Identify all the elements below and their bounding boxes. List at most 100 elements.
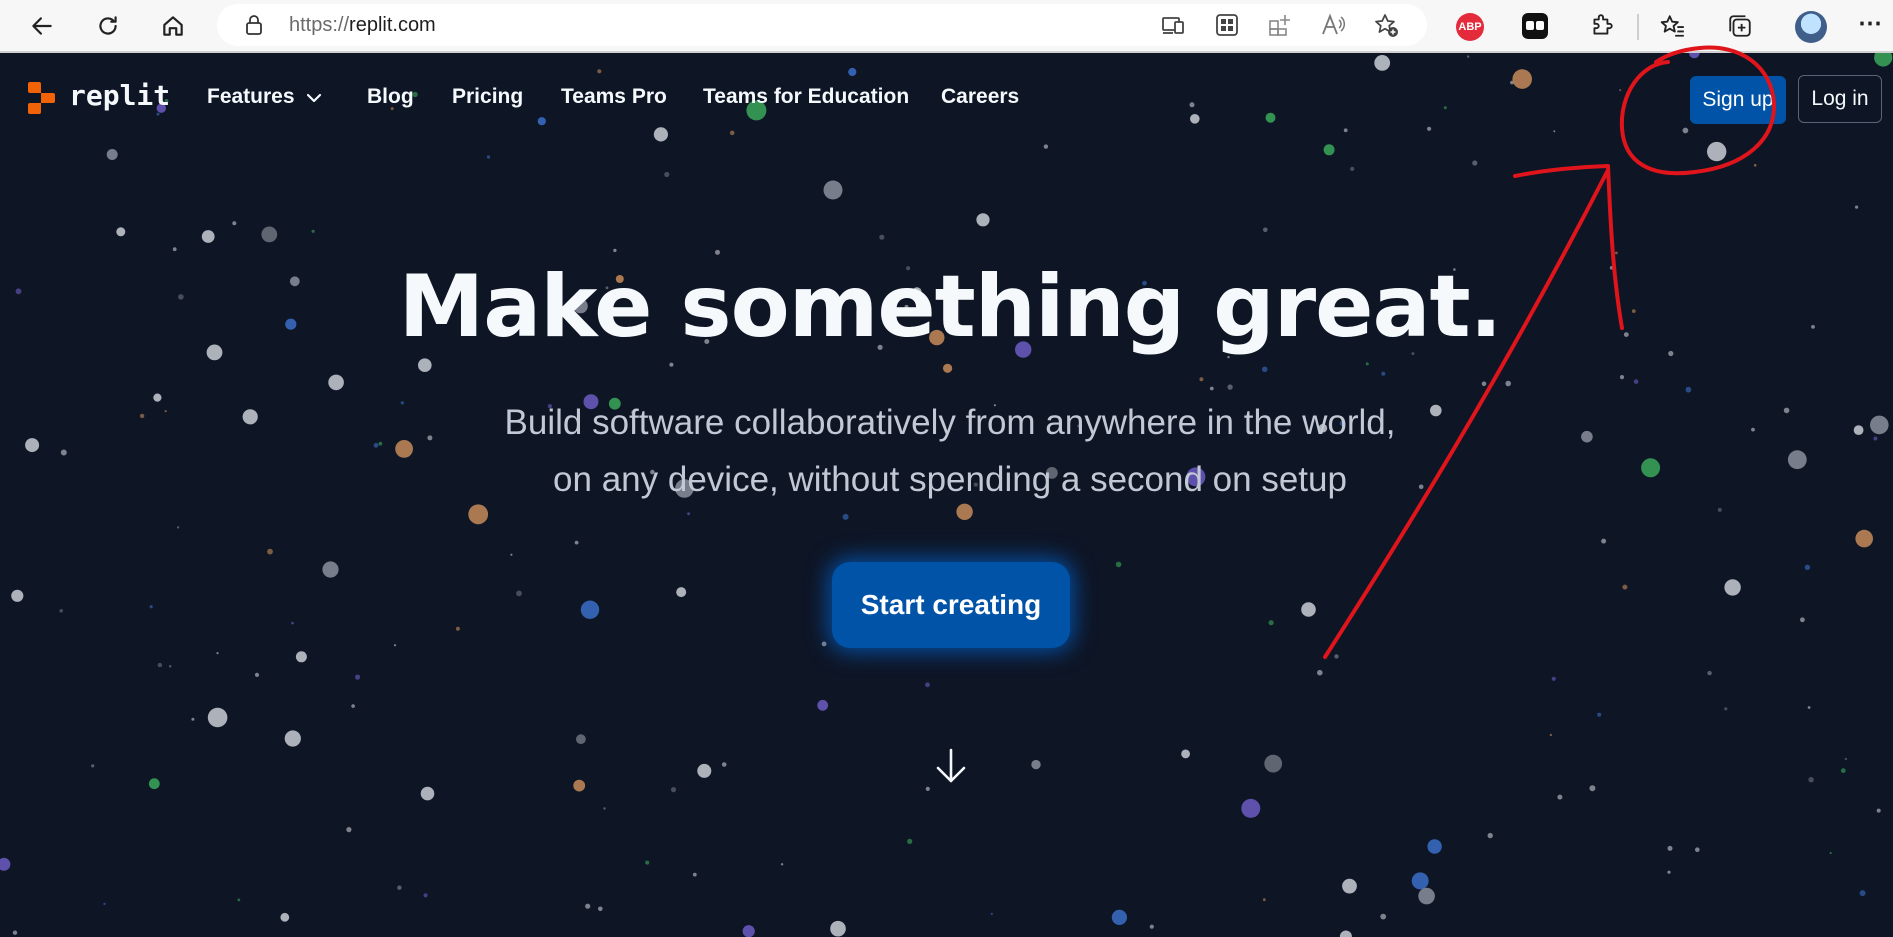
nav-features[interactable]: Features bbox=[207, 85, 295, 109]
particle-dot bbox=[613, 248, 617, 253]
address-bar[interactable]: https://replit.com bbox=[217, 4, 1427, 46]
particle-dot bbox=[455, 626, 460, 631]
particle-dot bbox=[1808, 777, 1814, 783]
particle-dot bbox=[420, 786, 435, 801]
particle-dot bbox=[842, 513, 849, 520]
signup-button[interactable]: Sign up bbox=[1690, 76, 1786, 124]
particle-dot bbox=[232, 221, 237, 226]
particle-dot bbox=[1115, 561, 1122, 568]
particle-dot bbox=[692, 872, 697, 877]
add-favorite-icon[interactable] bbox=[1373, 12, 1399, 38]
hero-subtitle-line1: Build software collaboratively from anyw… bbox=[504, 403, 1396, 442]
hero-title: Make something great. bbox=[398, 257, 1503, 357]
particle-dot bbox=[103, 902, 106, 906]
particle-dot bbox=[645, 860, 650, 865]
browser-toolbar: https://replit.com ABP ⋯ bbox=[0, 0, 1893, 53]
particle-dot bbox=[423, 893, 428, 898]
site-nav: replit Features Blog Pricing Teams Pro T… bbox=[0, 53, 1893, 145]
particle-dot bbox=[201, 230, 215, 243]
particle-dot bbox=[576, 734, 586, 745]
collections-icon[interactable] bbox=[1723, 9, 1757, 43]
particle-dot bbox=[11, 589, 24, 602]
back-icon[interactable] bbox=[25, 9, 59, 43]
particle-dot bbox=[393, 644, 397, 647]
read-aloud-icon[interactable] bbox=[1320, 12, 1346, 38]
more-icon[interactable]: ⋯ bbox=[1858, 12, 1883, 36]
nav-pricing[interactable]: Pricing bbox=[452, 85, 523, 109]
favorites-icon[interactable] bbox=[1656, 9, 1690, 43]
toolbar-divider bbox=[1637, 14, 1639, 40]
particle-dot bbox=[943, 363, 953, 373]
profile-avatar[interactable] bbox=[1795, 11, 1827, 43]
app-available-icon[interactable] bbox=[1160, 12, 1186, 38]
particle-dot bbox=[516, 590, 522, 597]
particle-dot bbox=[1876, 808, 1881, 813]
url-text[interactable]: https://replit.com bbox=[289, 14, 436, 37]
particle-dot bbox=[355, 674, 361, 680]
hero-subtitle-line2: on any device, without spending a second… bbox=[553, 460, 1347, 499]
replit-page: replit Features Blog Pricing Teams Pro T… bbox=[0, 53, 1893, 937]
particle-dot bbox=[216, 652, 219, 655]
split-screen-icon[interactable] bbox=[1267, 12, 1293, 38]
particle-dot bbox=[1615, 251, 1618, 255]
particle-dot bbox=[322, 561, 339, 578]
particle-dot bbox=[1804, 564, 1811, 570]
particle-dot bbox=[1597, 712, 1602, 717]
particle-dot bbox=[715, 249, 720, 255]
chevron-down-icon[interactable] bbox=[306, 92, 322, 104]
particle-dot bbox=[907, 838, 913, 845]
particle-dot bbox=[1263, 227, 1268, 233]
particle-dot bbox=[1622, 584, 1628, 590]
particle-dot bbox=[311, 229, 315, 233]
login-button[interactable]: Log in bbox=[1798, 75, 1882, 123]
particle-dot bbox=[664, 171, 670, 178]
extension-icon[interactable] bbox=[1522, 13, 1548, 39]
particle-dot bbox=[295, 651, 307, 663]
particle-dot bbox=[91, 764, 95, 768]
particle-dot bbox=[990, 912, 993, 916]
particle-dot bbox=[373, 442, 379, 448]
nav-teams-education[interactable]: Teams for Education bbox=[703, 85, 909, 109]
brand-wordmark[interactable]: replit bbox=[69, 79, 170, 112]
lock-icon[interactable] bbox=[243, 13, 265, 37]
adblock-icon[interactable]: ABP bbox=[1456, 13, 1484, 41]
particle-dot bbox=[237, 898, 241, 902]
particle-dot bbox=[169, 665, 172, 668]
particle-dot bbox=[830, 920, 846, 937]
particle-dot bbox=[670, 787, 677, 793]
particle-dot bbox=[669, 362, 674, 367]
particle-dot bbox=[1149, 924, 1154, 929]
refresh-icon[interactable] bbox=[91, 9, 125, 43]
particle-dot bbox=[925, 786, 930, 792]
particle-dot bbox=[1481, 381, 1487, 387]
puzzle-icon[interactable] bbox=[1585, 9, 1619, 43]
particle-dot bbox=[1365, 362, 1369, 366]
particle-dot bbox=[1111, 909, 1127, 926]
nav-teams-pro[interactable]: Teams Pro bbox=[561, 85, 667, 109]
start-creating-button[interactable]: Start creating bbox=[832, 562, 1070, 648]
particle-dot bbox=[1855, 205, 1859, 209]
particle-dot bbox=[598, 906, 603, 912]
arrow-down-icon[interactable] bbox=[934, 747, 968, 785]
particle-dot bbox=[1381, 371, 1386, 376]
home-icon[interactable] bbox=[156, 9, 190, 43]
particle-dot bbox=[1695, 847, 1700, 852]
nav-blog[interactable]: Blog bbox=[367, 85, 414, 109]
qr-icon[interactable] bbox=[1214, 12, 1240, 38]
particle-dot bbox=[1262, 898, 1266, 902]
nav-careers[interactable]: Careers bbox=[941, 85, 1019, 109]
particle-dot bbox=[676, 587, 687, 598]
particle-dot bbox=[721, 762, 727, 767]
particle-dot bbox=[1350, 166, 1355, 171]
particle-dot bbox=[1549, 733, 1553, 737]
particle-dot bbox=[116, 227, 126, 237]
particle-dot bbox=[172, 247, 177, 252]
particle-dot bbox=[1753, 163, 1757, 167]
particle-dot bbox=[1411, 872, 1429, 890]
particle-dot bbox=[418, 358, 432, 373]
particle-dot bbox=[177, 526, 180, 529]
particle-dot bbox=[697, 763, 712, 778]
particle-dot bbox=[12, 930, 18, 935]
replit-logo-icon[interactable] bbox=[26, 81, 60, 115]
particle-dot bbox=[149, 605, 153, 609]
